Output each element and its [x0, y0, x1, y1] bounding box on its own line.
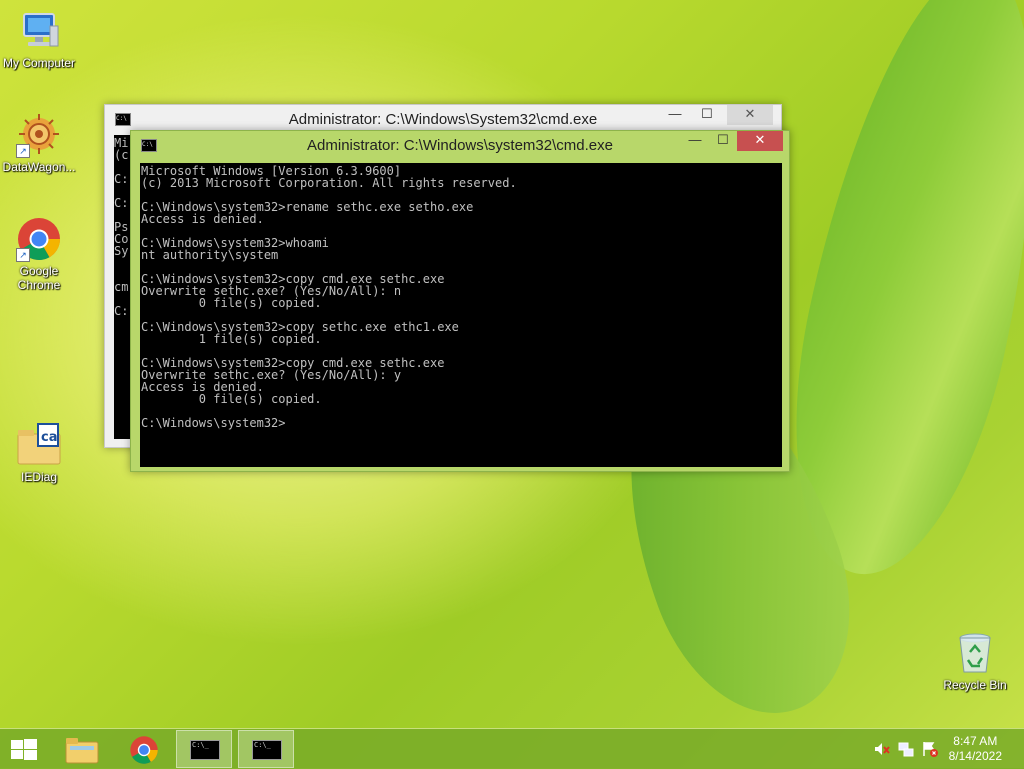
desktop-icon-label: IEDiag	[20, 470, 58, 484]
desktop-icon-google-chrome[interactable]: ↗ Google Chrome	[0, 216, 78, 292]
shortcut-arrow-icon: ↗	[16, 248, 30, 262]
desktop-icon-iediag[interactable]: ca IEDiag	[0, 422, 78, 484]
taskbar: C:\_ C:\_ 8:47 AM 8/14/2022	[0, 728, 1024, 769]
close-button[interactable]: ✕	[727, 105, 773, 125]
desktop-icon-label: My Computer	[2, 56, 76, 70]
clock-date: 8/14/2022	[948, 749, 1002, 763]
chrome-icon	[130, 736, 158, 764]
clock-time: 8:47 AM	[953, 734, 998, 748]
window-titlebar[interactable]: C:\ Administrator: C:\Windows\System32\c…	[105, 105, 781, 133]
taskbar-cmd-1[interactable]: C:\_	[176, 730, 232, 768]
system-clock[interactable]: 8:47 AM 8/14/2022	[949, 734, 1002, 764]
folder-icon: ca	[16, 422, 62, 468]
console-output[interactable]: Microsoft Windows [Version 6.3.9600] (c)…	[140, 163, 782, 467]
volume-muted-icon[interactable]	[874, 742, 890, 756]
recycle-bin-icon	[952, 630, 998, 676]
start-button[interactable]	[0, 730, 48, 768]
taskbar-cmd-2[interactable]: C:\_	[238, 730, 294, 768]
desktop-icon-label: Recycle Bin	[943, 678, 1007, 692]
svg-text:ca: ca	[41, 430, 57, 445]
minimize-button[interactable]: —	[661, 105, 689, 125]
cmd-window-active[interactable]: C:\ Administrator: C:\Windows\system32\c…	[130, 130, 790, 472]
folder-icon	[65, 738, 99, 764]
chrome-icon: ↗	[16, 216, 62, 262]
windows-logo-icon	[11, 739, 37, 760]
action-center-flag-icon[interactable]	[922, 741, 938, 757]
desktop-icon-datawagon[interactable]: ↗ DataWagon...	[0, 112, 78, 174]
computer-icon	[16, 8, 62, 54]
network-icon[interactable]	[898, 741, 914, 757]
maximize-button[interactable]: ☐	[709, 131, 737, 151]
window-titlebar[interactable]: C:\ Administrator: C:\Windows\system32\c…	[131, 131, 789, 159]
taskbar-file-explorer[interactable]	[54, 730, 110, 768]
shortcut-arrow-icon: ↗	[16, 144, 30, 158]
maximize-button[interactable]: ☐	[693, 105, 721, 125]
desktop-icon-my-computer[interactable]: My Computer	[0, 8, 78, 70]
close-button[interactable]: ✕	[737, 131, 783, 151]
desktop-icon-recycle-bin[interactable]: Recycle Bin	[936, 630, 1014, 692]
minimize-button[interactable]: —	[681, 131, 709, 151]
cmd-icon: C:\_	[190, 740, 220, 760]
desktop-icon-label: Google Chrome	[17, 264, 61, 292]
taskbar-chrome[interactable]	[116, 730, 172, 768]
desktop-icon-label: DataWagon...	[2, 160, 76, 174]
datawagon-icon: ↗	[16, 112, 62, 158]
cmd-icon: C:\_	[252, 740, 282, 760]
